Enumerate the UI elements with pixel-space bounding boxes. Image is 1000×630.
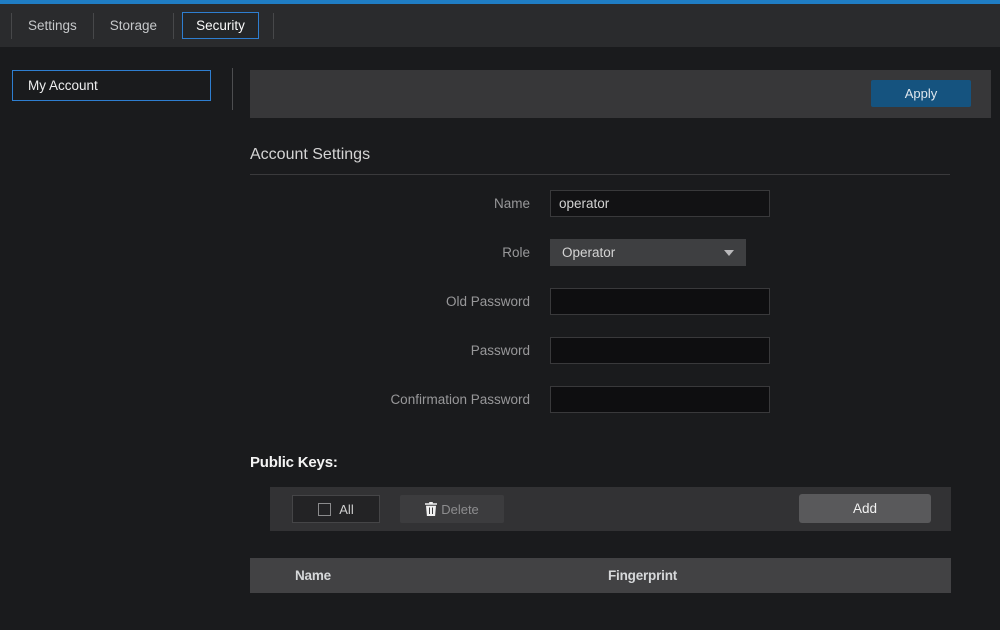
delete-button-label: Delete xyxy=(441,502,479,517)
name-input[interactable] xyxy=(550,190,770,217)
role-row: Role Operator xyxy=(250,239,770,266)
role-select-value: Operator xyxy=(562,245,615,260)
tab-separator xyxy=(273,13,274,39)
trash-icon xyxy=(425,502,437,516)
name-row: Name xyxy=(250,190,770,217)
tab-security[interactable]: Security xyxy=(182,12,259,39)
top-tab-bar: Settings Storage Security xyxy=(0,4,1000,47)
public-keys-toolbar: All Delete Add xyxy=(270,487,951,531)
select-all-button[interactable]: All xyxy=(292,495,380,523)
account-settings-title: Account Settings xyxy=(250,146,370,164)
name-label: Name xyxy=(250,190,530,217)
apply-button[interactable]: Apply xyxy=(871,80,971,107)
password-label: Password xyxy=(250,337,530,364)
old-password-label: Old Password xyxy=(250,288,530,315)
sidebar-content-divider xyxy=(232,68,233,110)
apply-toolbar: Apply xyxy=(250,70,991,118)
role-label: Role xyxy=(250,239,530,266)
section-divider xyxy=(250,174,950,175)
role-select[interactable]: Operator xyxy=(550,239,746,266)
tab-storage[interactable]: Storage xyxy=(94,4,173,47)
tab-settings[interactable]: Settings xyxy=(12,4,93,47)
add-button[interactable]: Add xyxy=(799,494,931,523)
tab-separator xyxy=(173,13,174,39)
password-input[interactable] xyxy=(550,337,770,364)
chevron-down-icon xyxy=(724,250,734,256)
confirmation-password-label: Confirmation Password xyxy=(250,386,530,413)
security-settings-page: Settings Storage Security My Account App… xyxy=(0,0,1000,630)
old-password-row: Old Password xyxy=(250,288,770,315)
public-keys-title: Public Keys: xyxy=(250,454,338,471)
sidebar-item-my-account[interactable]: My Account xyxy=(12,70,211,101)
column-header-name: Name xyxy=(295,558,331,593)
old-password-input[interactable] xyxy=(550,288,770,315)
column-header-fingerprint: Fingerprint xyxy=(608,558,677,593)
confirmation-password-input[interactable] xyxy=(550,386,770,413)
select-all-label: All xyxy=(339,502,353,517)
confirmation-password-row: Confirmation Password xyxy=(250,386,770,413)
select-all-checkbox[interactable] xyxy=(318,503,331,516)
password-row: Password xyxy=(250,337,770,364)
public-keys-table-header: Name Fingerprint xyxy=(250,558,951,593)
delete-button[interactable]: Delete xyxy=(400,495,504,523)
